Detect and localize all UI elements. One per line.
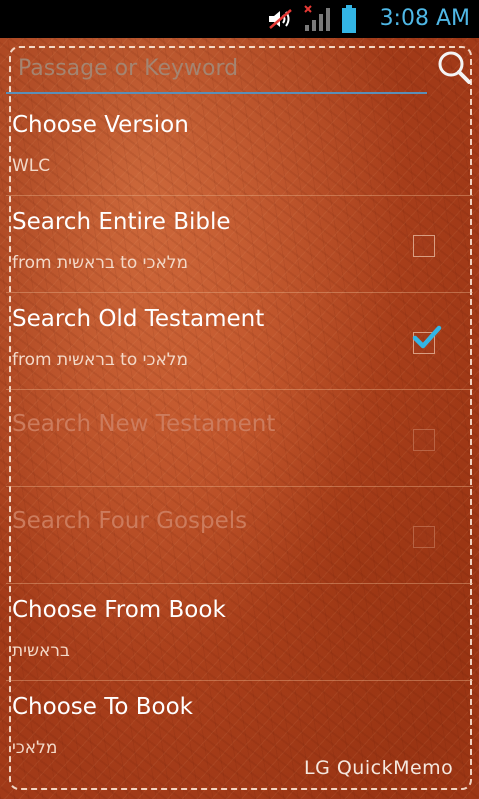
row-title: Search New Testament bbox=[12, 411, 276, 437]
volume-icon bbox=[269, 9, 292, 29]
search-four-gospels-checkbox[interactable] bbox=[413, 526, 435, 548]
search-settings-panel: Choose Version WLC Search Entire Bible f… bbox=[0, 38, 479, 799]
choose-from-book-row[interactable]: Choose From Book בראשית bbox=[0, 585, 479, 681]
search-icon[interactable] bbox=[436, 50, 472, 86]
battery-icon bbox=[342, 5, 356, 33]
row-title: Choose Version bbox=[12, 112, 189, 138]
choose-version-row[interactable]: Choose Version WLC bbox=[0, 100, 479, 196]
row-subtitle: בראשית bbox=[12, 641, 70, 661]
row-title: Search Old Testament bbox=[12, 306, 265, 332]
search-new-testament-checkbox[interactable] bbox=[413, 429, 435, 451]
status-bar: 3:08 AM bbox=[0, 0, 479, 38]
search-old-testament-row[interactable]: Search Old Testament from בראשית to מלאכ… bbox=[0, 294, 479, 390]
row-title: Choose To Book bbox=[12, 694, 193, 720]
row-title: Search Entire Bible bbox=[12, 209, 231, 235]
divider bbox=[6, 292, 473, 293]
search-field[interactable] bbox=[6, 48, 433, 94]
search-new-testament-row[interactable]: Search New Testament bbox=[0, 391, 479, 487]
no-signal-icon bbox=[304, 5, 330, 31]
row-subtitle: WLC bbox=[12, 156, 51, 176]
search-entire-bible-row[interactable]: Search Entire Bible from בראשית to מלאכי bbox=[0, 197, 479, 293]
row-subtitle: from בראשית to מלאכי bbox=[12, 253, 189, 273]
search-four-gospels-row[interactable]: Search Four Gospels bbox=[0, 488, 479, 584]
row-subtitle: from בראשית to מלאכי bbox=[12, 350, 189, 370]
row-title: Search Four Gospels bbox=[12, 508, 248, 534]
status-icons bbox=[267, 5, 357, 33]
search-entire-bible-checkbox[interactable] bbox=[413, 235, 435, 257]
divider bbox=[6, 680, 473, 681]
divider bbox=[6, 486, 473, 487]
divider bbox=[6, 389, 473, 390]
quickmemo-watermark: LG QuickMemo bbox=[304, 757, 454, 779]
search-input[interactable] bbox=[6, 48, 433, 88]
divider bbox=[6, 195, 473, 196]
row-subtitle: מלאכי bbox=[12, 738, 58, 758]
row-title: Choose From Book bbox=[12, 597, 226, 623]
clock: 3:08 AM bbox=[379, 6, 470, 31]
divider bbox=[6, 583, 473, 584]
checkmark-icon bbox=[412, 325, 442, 349]
